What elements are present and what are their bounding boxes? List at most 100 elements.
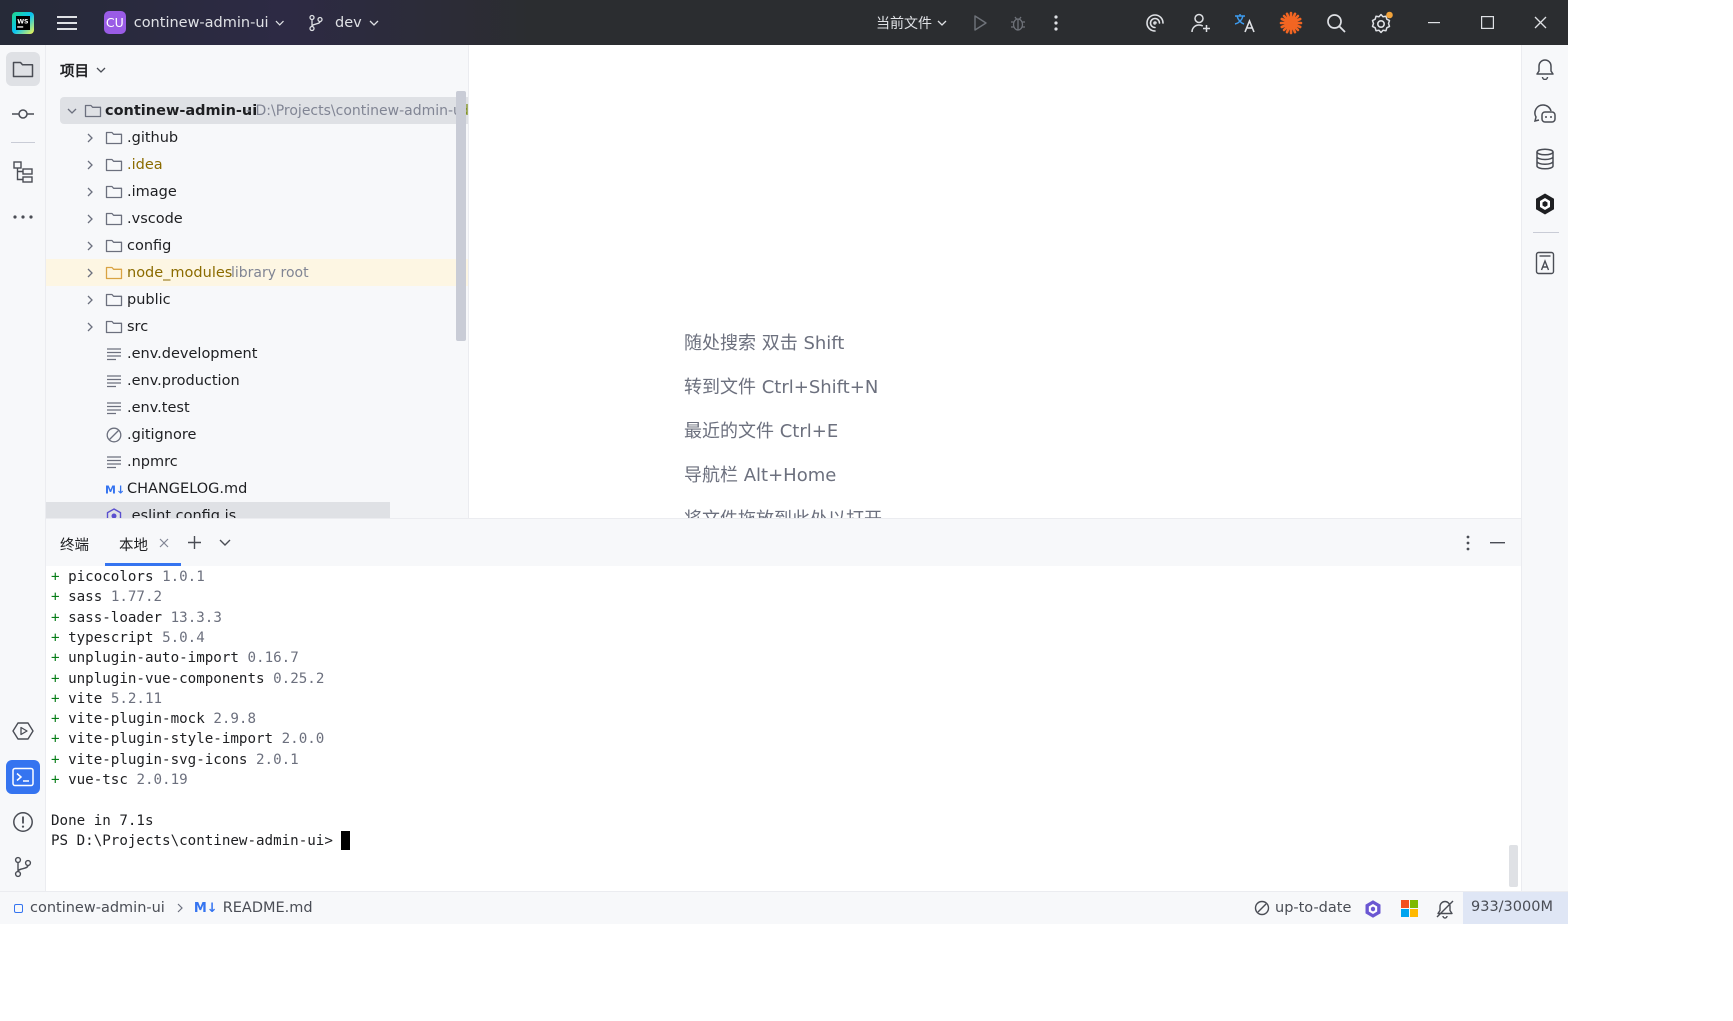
folder-icon: [105, 239, 123, 252]
ai-spark-button[interactable]: [1278, 0, 1304, 45]
spiral-icon: [1146, 13, 1164, 32]
ai-chat-button[interactable]: [1528, 97, 1562, 131]
translate-icon: [1234, 13, 1255, 32]
branch-switcher[interactable]: dev: [308, 0, 380, 45]
terminal-prompt-line[interactable]: PS D:\Projects\continew-admin-ui>: [51, 831, 351, 851]
tree-item-label: .eslint.config.js: [127, 507, 237, 519]
terminal-icon: [12, 767, 34, 787]
close-button[interactable]: [1526, 0, 1554, 45]
chevron-right-icon: [177, 903, 183, 913]
database-button[interactable]: [1528, 142, 1562, 176]
maximize-icon: [1480, 16, 1494, 29]
more-tools-button[interactable]: [6, 200, 40, 234]
terminal-title: 终端: [60, 538, 89, 554]
webstorm-logo-icon[interactable]: WS: [10, 0, 36, 45]
right-tool-strip: [1521, 45, 1568, 891]
tree-item[interactable]: M↓ CHANGELOG.md: [46, 475, 468, 502]
code-with-me-button[interactable]: [1142, 0, 1168, 45]
chevron-right-icon: [87, 160, 93, 169]
package-version: 2.0.19: [136, 772, 188, 788]
problems-tool-button[interactable]: [6, 805, 40, 839]
package-version: 5.2.11: [110, 690, 163, 707]
run-config-selector[interactable]: 当前文件: [876, 0, 952, 45]
notifications-button[interactable]: [1528, 52, 1562, 86]
maximize-button[interactable]: [1473, 0, 1501, 45]
run-button[interactable]: [968, 0, 992, 45]
breadcrumb-project[interactable]: continew-admin-ui: [30, 900, 165, 916]
terminal-tab-label: 本地: [119, 538, 148, 554]
tree-item[interactable]: .github: [46, 124, 468, 151]
more-vertical-icon: [1054, 14, 1058, 31]
translate-doc-button[interactable]: [1528, 246, 1562, 280]
add-user-button[interactable]: [1188, 0, 1214, 45]
terminal-cursor: [341, 831, 351, 850]
more-actions-button[interactable]: [1046, 0, 1066, 45]
main-menu-icon[interactable]: [54, 0, 80, 45]
tree-item[interactable]: .image: [46, 178, 468, 205]
tree-root-name: continew-admin-ui: [105, 102, 258, 119]
structure-tool-button[interactable]: [6, 155, 40, 189]
services-tool-button[interactable]: [6, 714, 40, 748]
tree-item-label: src: [127, 318, 149, 335]
tree-item[interactable]: .vscode: [46, 205, 468, 232]
vcs-status-label: up-to-date: [1275, 900, 1352, 916]
project-scrollbar[interactable]: [456, 91, 466, 341]
ai-assistant-icon[interactable]: [1363, 899, 1383, 919]
project-panel-header[interactable]: 项目: [60, 60, 106, 80]
tree-item-label: config: [127, 237, 172, 254]
new-tab-icon[interactable]: [187, 535, 202, 550]
strip-divider: [11, 142, 35, 143]
gear-icon: [1371, 11, 1393, 33]
translate-button[interactable]: [1231, 0, 1259, 45]
tree-item-label: .image: [127, 183, 177, 200]
minimize-button[interactable]: [1420, 0, 1448, 45]
tree-item[interactable]: .eslint.config.js: [46, 502, 390, 518]
tree-item[interactable]: public: [46, 286, 468, 313]
tree-item-label: .env.test: [127, 399, 190, 416]
tree-root-row[interactable]: continew-admin-ui - D:\Projects\continew…: [60, 97, 468, 124]
project-tool-button[interactable]: [6, 52, 40, 86]
ai-assistant-button[interactable]: [1528, 187, 1562, 221]
terminal-panel: 终端 本地 + picocolors 1.0.1 + sass 1.77.2 + s…: [46, 518, 1521, 891]
commit-tool-button[interactable]: [6, 97, 40, 131]
terminal-tab-local[interactable]: 本地: [105, 519, 181, 566]
package-version: 1.0.1: [162, 569, 205, 585]
project-switcher[interactable]: CU continew-admin-ui: [104, 0, 284, 45]
git-tool-button[interactable]: [6, 850, 40, 884]
settings-button[interactable]: [1368, 0, 1396, 45]
folder-icon: [105, 212, 123, 225]
translate-doc-icon: [1535, 251, 1555, 275]
chevron-down-icon[interactable]: [219, 539, 231, 546]
windows-logo-icon[interactable]: [1401, 900, 1418, 917]
tree-item-label: .env.development: [127, 345, 258, 362]
tip-recent-files: 最近的文件 Ctrl+E: [684, 421, 839, 442]
tree-item[interactable]: .gitignore: [46, 421, 468, 448]
tree-item[interactable]: .env.production: [46, 367, 468, 394]
terminal-done-line: Done in 7.1s: [51, 813, 154, 829]
search-icon: [1327, 13, 1346, 33]
package-name: vite: [68, 690, 103, 707]
vcs-status[interactable]: up-to-date: [1254, 892, 1351, 924]
tree-item[interactable]: src: [46, 313, 468, 340]
chevron-down-icon: [937, 20, 947, 26]
memory-indicator[interactable]: 933/3000M: [1463, 892, 1568, 924]
tree-item[interactable]: node_modules library root: [46, 259, 468, 286]
tree-item[interactable]: .env.test: [46, 394, 468, 421]
more-vertical-icon[interactable]: [1466, 535, 1470, 551]
tree-item[interactable]: config: [46, 232, 468, 259]
tree-item[interactable]: .idea: [46, 151, 468, 178]
search-button[interactable]: [1323, 0, 1349, 45]
eslint-config-icon: [106, 507, 122, 518]
terminal-line: + sass 1.77.2: [51, 587, 162, 607]
notifications-off-icon[interactable]: [1435, 899, 1455, 919]
tree-item[interactable]: .npmrc: [46, 448, 468, 475]
terminal-tool-button[interactable]: [6, 760, 40, 794]
debug-button[interactable]: [1006, 0, 1030, 45]
tree-item[interactable]: .env.development: [46, 340, 468, 367]
terminal-scrollbar[interactable]: [1509, 845, 1518, 887]
breadcrumb-file[interactable]: README.md: [223, 900, 313, 916]
play-icon: [974, 14, 987, 31]
added-marker: +: [51, 650, 69, 667]
close-tab-icon[interactable]: [159, 538, 169, 548]
hide-panel-icon[interactable]: [1490, 542, 1505, 544]
